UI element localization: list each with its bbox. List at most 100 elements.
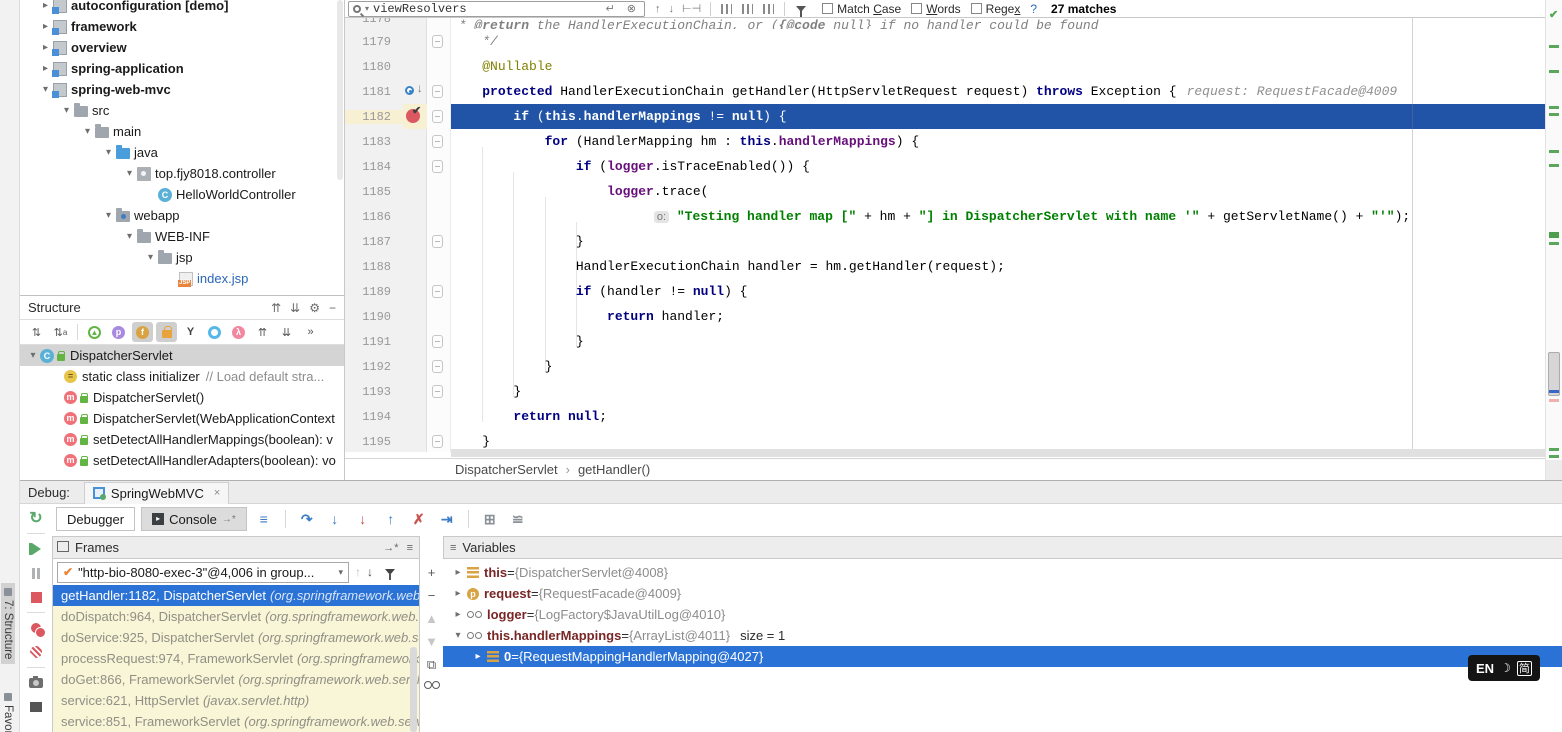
line-number[interactable]: 1179 (345, 35, 403, 49)
gear-icon[interactable]: ⚙ (309, 301, 320, 315)
inspection-ok-icon[interactable]: ✔ (1549, 8, 1558, 21)
frames-menu-icon[interactable]: ≡ (407, 542, 413, 554)
tree-item-src[interactable]: ▾src (20, 100, 344, 121)
tree-item-java[interactable]: ▾java (20, 142, 344, 163)
words-label[interactable]: Words (926, 2, 960, 16)
step-over-icon[interactable]: ↷ (296, 508, 318, 530)
add-watch-icon[interactable]: + (428, 566, 436, 580)
chevron-icon[interactable]: ▾ (101, 147, 116, 158)
regex-checkbox[interactable] (971, 3, 982, 14)
toolwindow-button-favorites[interactable]: Favorites (1, 688, 15, 732)
view-breakpoints-button[interactable] (24, 616, 48, 640)
regex-help-icon[interactable]: ? (1030, 2, 1037, 16)
code-line-1178[interactable]: 1178 * @return the HandlerExecutionChain… (345, 18, 1545, 29)
breakpoint-gutter-icon[interactable]: ✔ (403, 104, 427, 129)
fold-marker[interactable] (427, 279, 451, 304)
structure-expand-all-icon[interactable]: ⇈ (252, 322, 273, 342)
more-options-icon[interactable]: » (300, 322, 321, 342)
tree-item-framework[interactable]: ▸framework (20, 16, 344, 37)
show-non-public-icon[interactable] (156, 322, 177, 342)
code-line-1186[interactable]: 1186 o: "Testing handler map [" + hm + "… (345, 204, 1545, 229)
chevron-icon[interactable]: ▾ (101, 210, 116, 221)
stripe-mark[interactable] (1549, 70, 1559, 73)
move-watch-up-icon[interactable]: ▲ (425, 612, 438, 626)
step-out-icon[interactable]: ↑ (380, 508, 402, 530)
chevron-icon[interactable]: ▸ (38, 21, 53, 32)
fold-marker[interactable] (427, 354, 451, 379)
fold-marker[interactable] (427, 429, 451, 452)
resume-button[interactable] (24, 537, 48, 561)
show-watches-icon[interactable] (424, 681, 440, 688)
search-filter-comments-icon[interactable] (742, 4, 753, 14)
variable-row-logger[interactable]: ▸logger = {LogFactory$JavaUtilLog@4010} (443, 604, 1562, 625)
line-number[interactable]: 1183 (345, 135, 403, 149)
line-number[interactable]: 1188 (345, 260, 403, 274)
frame-row[interactable]: doDispatch:964, DispatcherServlet (org.s… (53, 606, 419, 627)
search-filter-selection-icon[interactable] (763, 4, 774, 14)
stripe-mark[interactable] (1549, 164, 1559, 167)
structure-item[interactable]: mDispatcherServlet(WebApplicationContext (20, 408, 344, 429)
mute-breakpoints-button[interactable] (24, 640, 48, 664)
structure-item[interactable]: =static class initializer// Load default… (20, 366, 344, 387)
code-line-1181[interactable]: 1181↓ protected HandlerExecutionChain ge… (345, 79, 1545, 104)
rerun-button[interactable]: ↻ (24, 506, 48, 530)
fold-marker[interactable] (427, 29, 451, 54)
line-number[interactable]: 1180 (345, 60, 403, 74)
show-properties-icon[interactable]: p (108, 322, 129, 342)
structure-item[interactable]: ▾CDispatcherServlet (20, 345, 344, 366)
tree-item-index-jsp[interactable]: index.jsp (20, 268, 344, 289)
line-number[interactable]: 1178 (345, 18, 403, 26)
search-input[interactable]: ▾ viewResolvers ↵ ⊗ (348, 1, 645, 17)
stripe-mark[interactable] (1549, 150, 1559, 153)
tab-debugger[interactable]: Debugger (56, 507, 135, 531)
match-case-checkbox[interactable] (822, 3, 833, 14)
code-line-1188[interactable]: 1188 HandlerExecutionChain handler = hm.… (345, 254, 1545, 279)
hide-library-frames-icon[interactable] (385, 569, 395, 575)
collapse-all-icon[interactable]: ⇊ (290, 301, 300, 315)
next-frame-icon[interactable]: ↓ (367, 565, 373, 579)
frames-scrollbar[interactable] (410, 647, 417, 732)
fold-marker[interactable] (427, 129, 451, 154)
stripe-mark[interactable] (1549, 399, 1559, 402)
chevron-icon[interactable]: ▸ (451, 588, 465, 599)
chevron-icon[interactable]: ▾ (122, 168, 137, 179)
fold-marker[interactable] (427, 329, 451, 354)
code-line-1187[interactable]: 1187 } (345, 229, 1545, 254)
frame-row[interactable]: service:851, FrameworkServlet (org.sprin… (53, 711, 419, 732)
tree-item-autoconfiguration-demo-[interactable]: ▸autoconfiguration [demo] (20, 0, 344, 16)
close-session-icon[interactable]: × (214, 487, 220, 499)
thread-dropdown[interactable]: ✔ "http-bio-8080-exec-3"@4,006 in group.… (57, 562, 349, 583)
frame-row[interactable]: processRequest:974, FrameworkServlet (or… (53, 648, 419, 669)
stripe-mark[interactable] (1549, 242, 1559, 245)
code-line-1194[interactable]: 1194 return null; (345, 404, 1545, 429)
frame-row[interactable]: doService:925, DispatcherServlet (org.sp… (53, 627, 419, 648)
pause-button[interactable] (24, 561, 48, 585)
show-fields-icon[interactable]: f (132, 322, 153, 342)
chevron-icon[interactable]: ▾ (80, 126, 95, 137)
duplicate-watch-icon[interactable]: ⧉ (427, 658, 436, 672)
stripe-mark[interactable] (1549, 390, 1559, 393)
fold-marker[interactable] (427, 79, 451, 104)
variable-row-this[interactable]: ▸this = {DispatcherServlet@4008} (443, 562, 1562, 583)
words-checkbox[interactable] (911, 3, 922, 14)
chevron-icon[interactable]: ▾ (59, 105, 74, 116)
find-next-icon[interactable]: ↓ (669, 3, 675, 15)
ime-indicator[interactable]: EN ☽ 简 (1468, 655, 1540, 681)
line-number[interactable]: 1186 (345, 210, 403, 224)
stripe-mark[interactable] (1549, 232, 1559, 238)
search-filter-literals-icon[interactable] (721, 4, 732, 14)
newline-icon[interactable]: ↵ (606, 2, 615, 15)
restore-layout-button[interactable] (24, 695, 48, 719)
chevron-icon[interactable]: ▸ (471, 651, 485, 662)
chevron-icon[interactable]: ▸ (38, 0, 53, 11)
tree-item-webapp[interactable]: ▾webapp (20, 205, 344, 226)
line-number[interactable]: 1195 (345, 435, 403, 449)
show-inherited-icon[interactable]: ▲ (84, 322, 105, 342)
line-number[interactable]: 1190 (345, 310, 403, 324)
search-history-chevron-icon[interactable]: ▾ (365, 4, 369, 13)
fold-marker[interactable] (427, 379, 451, 404)
line-number[interactable]: 1192 (345, 360, 403, 374)
show-objects-icon[interactable] (204, 322, 225, 342)
frame-row[interactable]: doGet:866, FrameworkServlet (org.springf… (53, 669, 419, 690)
tree-item-spring-application[interactable]: ▸spring-application (20, 58, 344, 79)
